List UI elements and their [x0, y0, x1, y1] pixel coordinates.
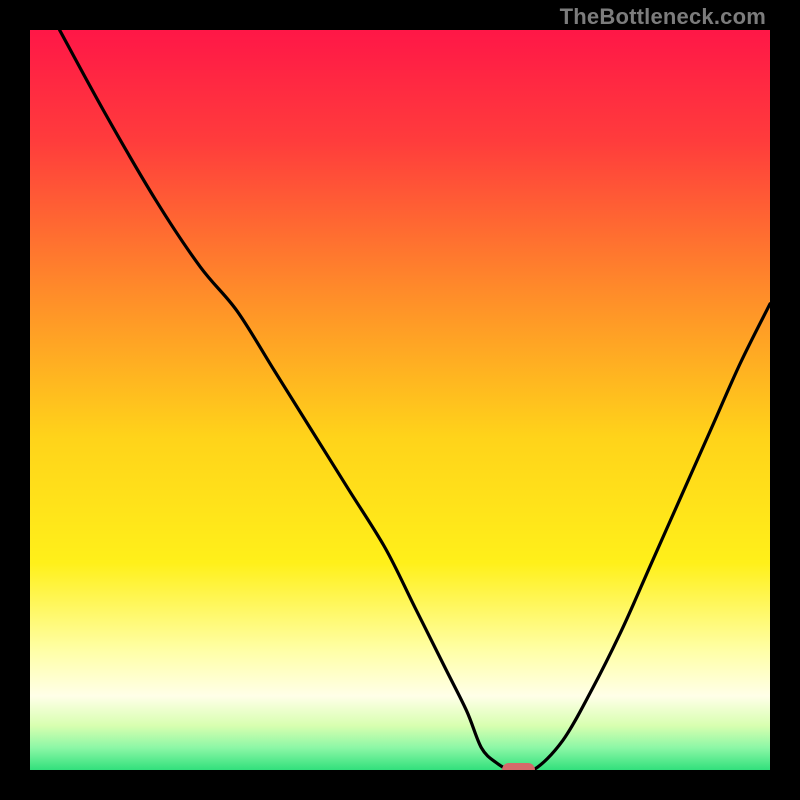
optimal-marker	[502, 763, 535, 770]
chart-frame: TheBottleneck.com	[0, 0, 800, 800]
plot-area	[30, 30, 770, 770]
watermark-text: TheBottleneck.com	[560, 4, 766, 30]
bottleneck-curve	[30, 30, 770, 770]
